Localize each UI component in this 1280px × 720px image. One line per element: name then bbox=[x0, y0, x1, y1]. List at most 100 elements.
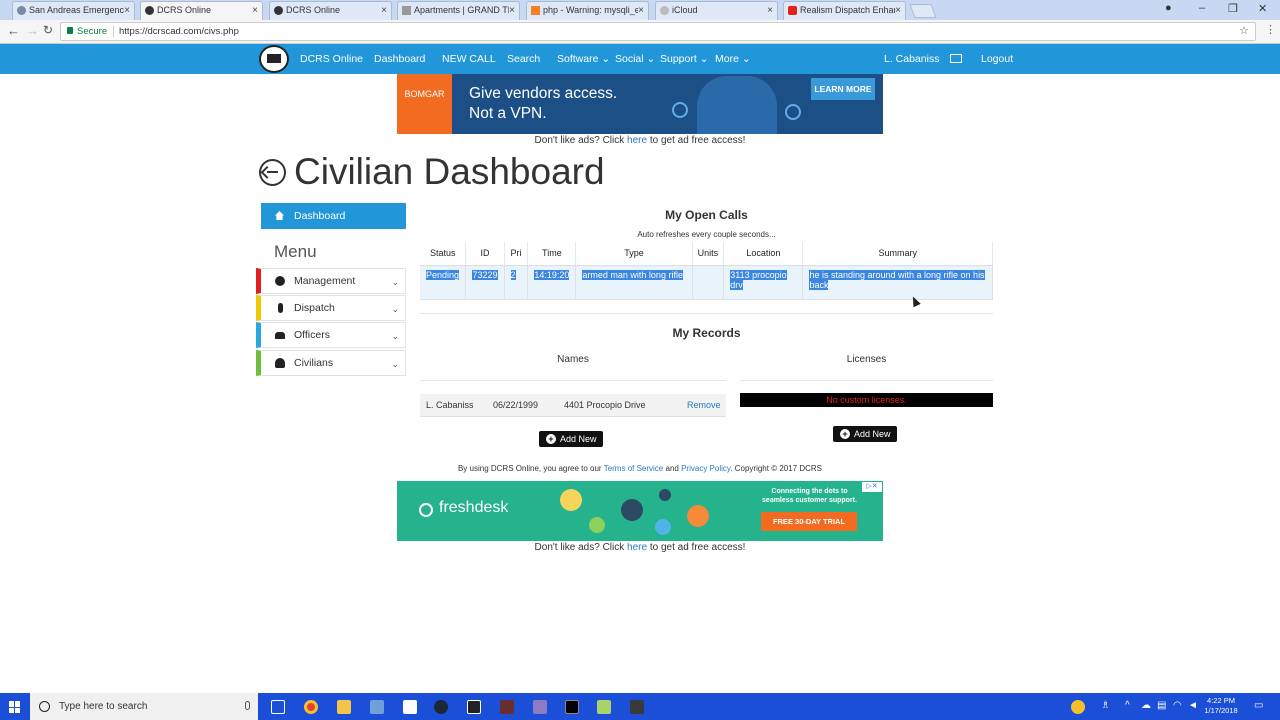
url-input[interactable]: Secure https://dcrscad.com/civs.php ☆ bbox=[60, 22, 1256, 41]
browser-tab[interactable]: iCloud × bbox=[655, 1, 778, 20]
close-icon[interactable]: × bbox=[638, 2, 644, 19]
sidebar-item-civilians[interactable]: Civilians ⌄ bbox=[256, 350, 406, 376]
open-calls-table: Status ID Pri Time Type Units Location S… bbox=[420, 242, 993, 300]
nav-social-label: Social bbox=[615, 53, 644, 65]
close-icon[interactable]: × bbox=[509, 2, 515, 19]
dropbox-icon[interactable] bbox=[403, 700, 417, 714]
cloud-icon[interactable]: ☁ bbox=[1141, 700, 1151, 711]
close-window-icon[interactable]: ✕ bbox=[1258, 2, 1267, 15]
column-header: Units bbox=[692, 242, 725, 266]
taskbar-clock[interactable]: 4:22 PM 1/17/2018 bbox=[1198, 696, 1244, 716]
browser-tab[interactable]: San Andreas Emergency × bbox=[12, 1, 135, 20]
column-header: Location bbox=[723, 242, 804, 266]
call-units bbox=[692, 265, 725, 300]
nav-brand[interactable]: DCRS Online bbox=[300, 53, 363, 65]
profile-icon[interactable]: ● bbox=[1165, 2, 1172, 14]
browser-tab[interactable]: Apartments | GRAND TH × bbox=[397, 1, 520, 20]
browser-tab[interactable]: Realism Dispatch Enhanc × bbox=[783, 1, 906, 20]
ad-close-icon[interactable]: ▷✕ bbox=[862, 482, 882, 492]
chrome-icon[interactable] bbox=[304, 700, 318, 714]
icloud-icon bbox=[660, 6, 669, 15]
reload-icon[interactable]: ↻ bbox=[43, 23, 53, 37]
discord-icon[interactable] bbox=[533, 700, 547, 714]
messages-icon[interactable] bbox=[950, 54, 962, 63]
close-icon[interactable]: × bbox=[895, 2, 901, 19]
back-circle-arrow-icon[interactable] bbox=[259, 159, 286, 186]
browser-tab[interactable]: php - Warning: mysqli_e × bbox=[526, 1, 649, 20]
page-icon bbox=[402, 6, 411, 15]
minimize-icon[interactable]: – bbox=[1199, 2, 1205, 14]
nav-logout[interactable]: Logout bbox=[981, 53, 1013, 65]
nav-support[interactable]: Support ⌄ bbox=[660, 53, 709, 65]
volume-icon[interactable]: ◄ bbox=[1188, 700, 1198, 711]
plus-circle-icon: + bbox=[840, 429, 850, 439]
remove-link[interactable]: Remove bbox=[687, 394, 721, 417]
wifi-icon[interactable]: ◠ bbox=[1173, 700, 1182, 711]
privacy-link[interactable]: Privacy Policy bbox=[681, 464, 730, 473]
people-icon[interactable]: ♗ bbox=[1101, 700, 1110, 711]
footer-text: . Copyright © 2017 DCRS bbox=[730, 464, 823, 473]
app-icon[interactable] bbox=[370, 700, 384, 714]
close-icon[interactable]: × bbox=[252, 2, 258, 19]
youtube-icon bbox=[788, 6, 797, 15]
terminal-icon[interactable] bbox=[565, 700, 579, 714]
network-icon[interactable]: ▤ bbox=[1157, 700, 1166, 711]
sidebar-item-officers[interactable]: Officers ⌄ bbox=[256, 322, 406, 348]
call-summary: he is standing around with a long rifle … bbox=[802, 265, 993, 300]
taskbar-search-input[interactable]: Type here to search bbox=[30, 693, 258, 720]
game-icon[interactable] bbox=[630, 700, 644, 714]
film-icon[interactable] bbox=[500, 700, 514, 714]
dcrs-logo[interactable] bbox=[259, 45, 289, 73]
steam-icon[interactable] bbox=[434, 700, 448, 714]
search-placeholder: Type here to search bbox=[59, 701, 148, 712]
new-tab-button[interactable] bbox=[909, 4, 937, 18]
sidebar-item-management[interactable]: Management ⌄ bbox=[256, 268, 406, 294]
windows-start-icon[interactable] bbox=[9, 701, 21, 713]
notepad-icon[interactable] bbox=[467, 700, 481, 714]
forward-arrow-icon[interactable]: → bbox=[26, 23, 39, 38]
ad-cta-button[interactable]: LEARN MORE bbox=[811, 78, 875, 100]
sidebar-item-dashboard[interactable]: Dashboard bbox=[261, 203, 406, 229]
call-row[interactable]: Pending 73229 2 14:19:20 armed man with … bbox=[420, 265, 993, 300]
secure-indicator[interactable]: Secure bbox=[67, 23, 107, 40]
nav-new-call[interactable]: NEW CALL bbox=[442, 53, 496, 65]
terms-link[interactable]: Terms of Service bbox=[604, 464, 664, 473]
sidebar-item-dispatch[interactable]: Dispatch ⌄ bbox=[256, 295, 406, 321]
footer-text: and bbox=[665, 464, 679, 473]
browser-tab-active[interactable]: DCRS Online × bbox=[140, 1, 263, 21]
help-icon[interactable] bbox=[1071, 700, 1085, 714]
bulb-icon bbox=[659, 489, 671, 501]
chevron-up-icon[interactable]: ^ bbox=[1125, 700, 1130, 711]
records-title: My Records bbox=[672, 326, 741, 340]
nav-social[interactable]: Social ⌄ bbox=[615, 53, 655, 65]
ad-free-link[interactable]: here bbox=[627, 542, 647, 553]
bookmark-star-icon[interactable]: ☆ bbox=[1239, 23, 1249, 40]
plus-circle-icon: + bbox=[546, 434, 556, 444]
file-explorer-icon[interactable] bbox=[337, 700, 351, 714]
close-icon[interactable]: × bbox=[381, 2, 387, 19]
ad-free-link[interactable]: here bbox=[627, 135, 647, 146]
close-icon[interactable]: × bbox=[767, 2, 773, 19]
nav-more[interactable]: More ⌄ bbox=[715, 53, 751, 65]
nav-search[interactable]: Search bbox=[507, 53, 540, 65]
microphone-icon[interactable] bbox=[245, 701, 250, 710]
ad-cta-button[interactable]: FREE 30-DAY TRIAL bbox=[761, 512, 857, 531]
chrome-menu-icon[interactable]: ⋮ bbox=[1265, 23, 1276, 36]
call-priority: 2 bbox=[504, 265, 529, 300]
notifications-icon[interactable]: ▭ bbox=[1254, 700, 1263, 711]
nav-software[interactable]: Software ⌄ bbox=[557, 53, 610, 65]
task-view-icon[interactable] bbox=[271, 700, 285, 714]
restore-icon[interactable]: ❐ bbox=[1228, 2, 1238, 15]
add-license-button[interactable]: + Add New bbox=[833, 426, 897, 442]
back-arrow-icon[interactable]: ← bbox=[7, 23, 20, 38]
editor-icon[interactable] bbox=[597, 700, 611, 714]
ad-banner-top[interactable]: BOMGAR Give vendors access. Not a VPN. L… bbox=[397, 74, 883, 134]
call-id: 73229 bbox=[465, 265, 505, 300]
nav-dashboard[interactable]: Dashboard bbox=[374, 53, 425, 65]
nav-user[interactable]: L. Cabaniss bbox=[884, 53, 939, 65]
name-record-row[interactable]: L. Cabaniss 06/22/1999 4401 Procopio Dri… bbox=[420, 394, 726, 417]
ad-banner-bottom[interactable]: freshdesk Connecting the dots to seamles… bbox=[397, 481, 883, 541]
close-icon[interactable]: × bbox=[124, 2, 130, 19]
add-name-button[interactable]: + Add New bbox=[539, 431, 603, 447]
browser-tab[interactable]: DCRS Online × bbox=[269, 1, 392, 20]
